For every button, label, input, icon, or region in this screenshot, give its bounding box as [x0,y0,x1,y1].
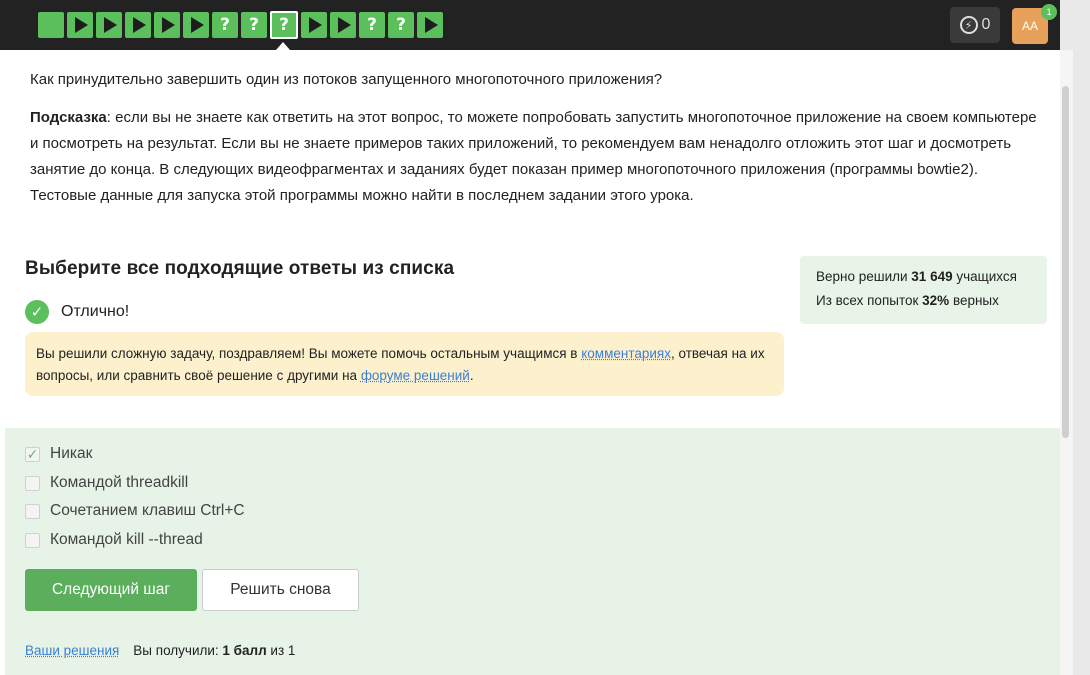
step-video-11[interactable] [330,12,356,38]
current-step-pointer [276,42,290,50]
checkbox[interactable] [25,532,40,548]
result-text: Отлично! [61,303,130,320]
play-icon [338,17,351,33]
comments-link[interactable]: комментариях [581,346,671,361]
step-content: Как принудительно завершить один из пото… [0,50,1060,675]
checkbox[interactable] [25,503,40,519]
option-item[interactable]: Сочетанием клавиш Ctrl+C [25,502,245,520]
hint-paragraph: Подсказка: если вы не знаете как ответит… [30,105,1040,209]
stats-solved-suffix: учащихся [952,269,1017,284]
step-video-6[interactable] [183,12,209,38]
lesson-steps: ????? [38,11,443,39]
score-prefix: Вы получили: [133,643,223,658]
play-icon [75,17,88,33]
checkbox-checked[interactable]: ✓ [25,446,40,462]
hint-label: Подсказка [30,109,107,126]
next-step-button[interactable]: Следующий шаг [25,569,197,611]
answer-block: ✓ Никак Командой threadkill Сочетанием к… [5,428,1060,675]
stats-attempts-line: Из всех попыток 32% верных [816,289,1031,313]
option-item[interactable]: Командой threadkill [25,474,188,492]
step-quiz-current-9[interactable]: ? [270,11,298,39]
task-title: Выберите все подходящие ответы из списка [25,258,455,279]
success-check-icon: ✓ [25,300,49,324]
score-value: 1 балл [222,643,267,658]
option-label: Сочетанием клавиш Ctrl+C [50,502,245,519]
stats-solved-value: 31 649 [911,269,953,284]
step-video-14[interactable] [417,12,443,38]
step-quiz-12[interactable]: ? [359,12,385,38]
play-icon [133,17,146,33]
scrollbar-thumb[interactable] [1062,86,1069,438]
stats-attempts-prefix: Из всех попыток [816,293,923,308]
play-icon [309,17,322,33]
play-icon [191,17,204,33]
notice-text-3: . [469,368,474,383]
step-quiz-7[interactable]: ? [212,12,238,38]
success-notice: Вы решили сложную задачу, поздравляем! В… [25,332,784,396]
step-video-10[interactable] [301,12,327,38]
stats-solved-line: Верно решили 31 649 учащихся [816,265,1031,289]
solutions-forum-link[interactable]: форуме решений [361,368,470,383]
play-icon [162,17,175,33]
lightning-icon: ⚡ [959,16,978,34]
stats-solved-prefix: Верно решили [816,269,912,284]
stats-panel: Верно решили 31 649 учащихся Из всех поп… [800,256,1047,324]
option-item[interactable]: Командой kill --thread [25,531,203,549]
step-done-1[interactable] [38,12,64,38]
play-icon [425,17,438,33]
step-video-2[interactable] [67,12,93,38]
play-icon [104,17,117,33]
hint-text: : если вы не знаете как ответить на этот… [30,109,1037,204]
question-text: Как принудительно завершить один из пото… [30,71,663,88]
step-video-4[interactable] [125,12,151,38]
step-quiz-13[interactable]: ? [388,12,414,38]
window-edge [1073,0,1090,675]
step-quiz-8[interactable]: ? [241,12,267,38]
notification-badge: 1 [1041,4,1057,20]
your-solutions-link[interactable]: Ваши решения [25,643,119,658]
step-video-5[interactable] [154,12,180,38]
option-item[interactable]: ✓ Никак [25,445,92,463]
retry-button[interactable]: Решить снова [202,569,359,611]
top-bar: ????? ⚡ 0 АА 1 [0,0,1060,50]
score-line: Ваши решения Вы получили: 1 балл из 1 [25,643,295,658]
option-label: Никак [50,445,93,462]
option-label: Командой kill --thread [50,531,203,548]
notice-text-1: Вы решили сложную задачу, поздравляем! В… [36,346,582,361]
stats-attempts-value: 32% [922,293,950,308]
step-video-3[interactable] [96,12,122,38]
result-status: ✓ Отлично! [25,300,129,324]
score-suffix: из 1 [266,643,296,658]
option-label: Командой threadkill [50,474,189,491]
score-text: Вы получили: 1 балл из 1 [133,643,295,658]
stats-attempts-suffix: верных [949,293,999,308]
energy-button[interactable]: ⚡ 0 [950,7,1000,43]
energy-count: 0 [981,16,991,33]
checkbox[interactable] [25,475,40,491]
